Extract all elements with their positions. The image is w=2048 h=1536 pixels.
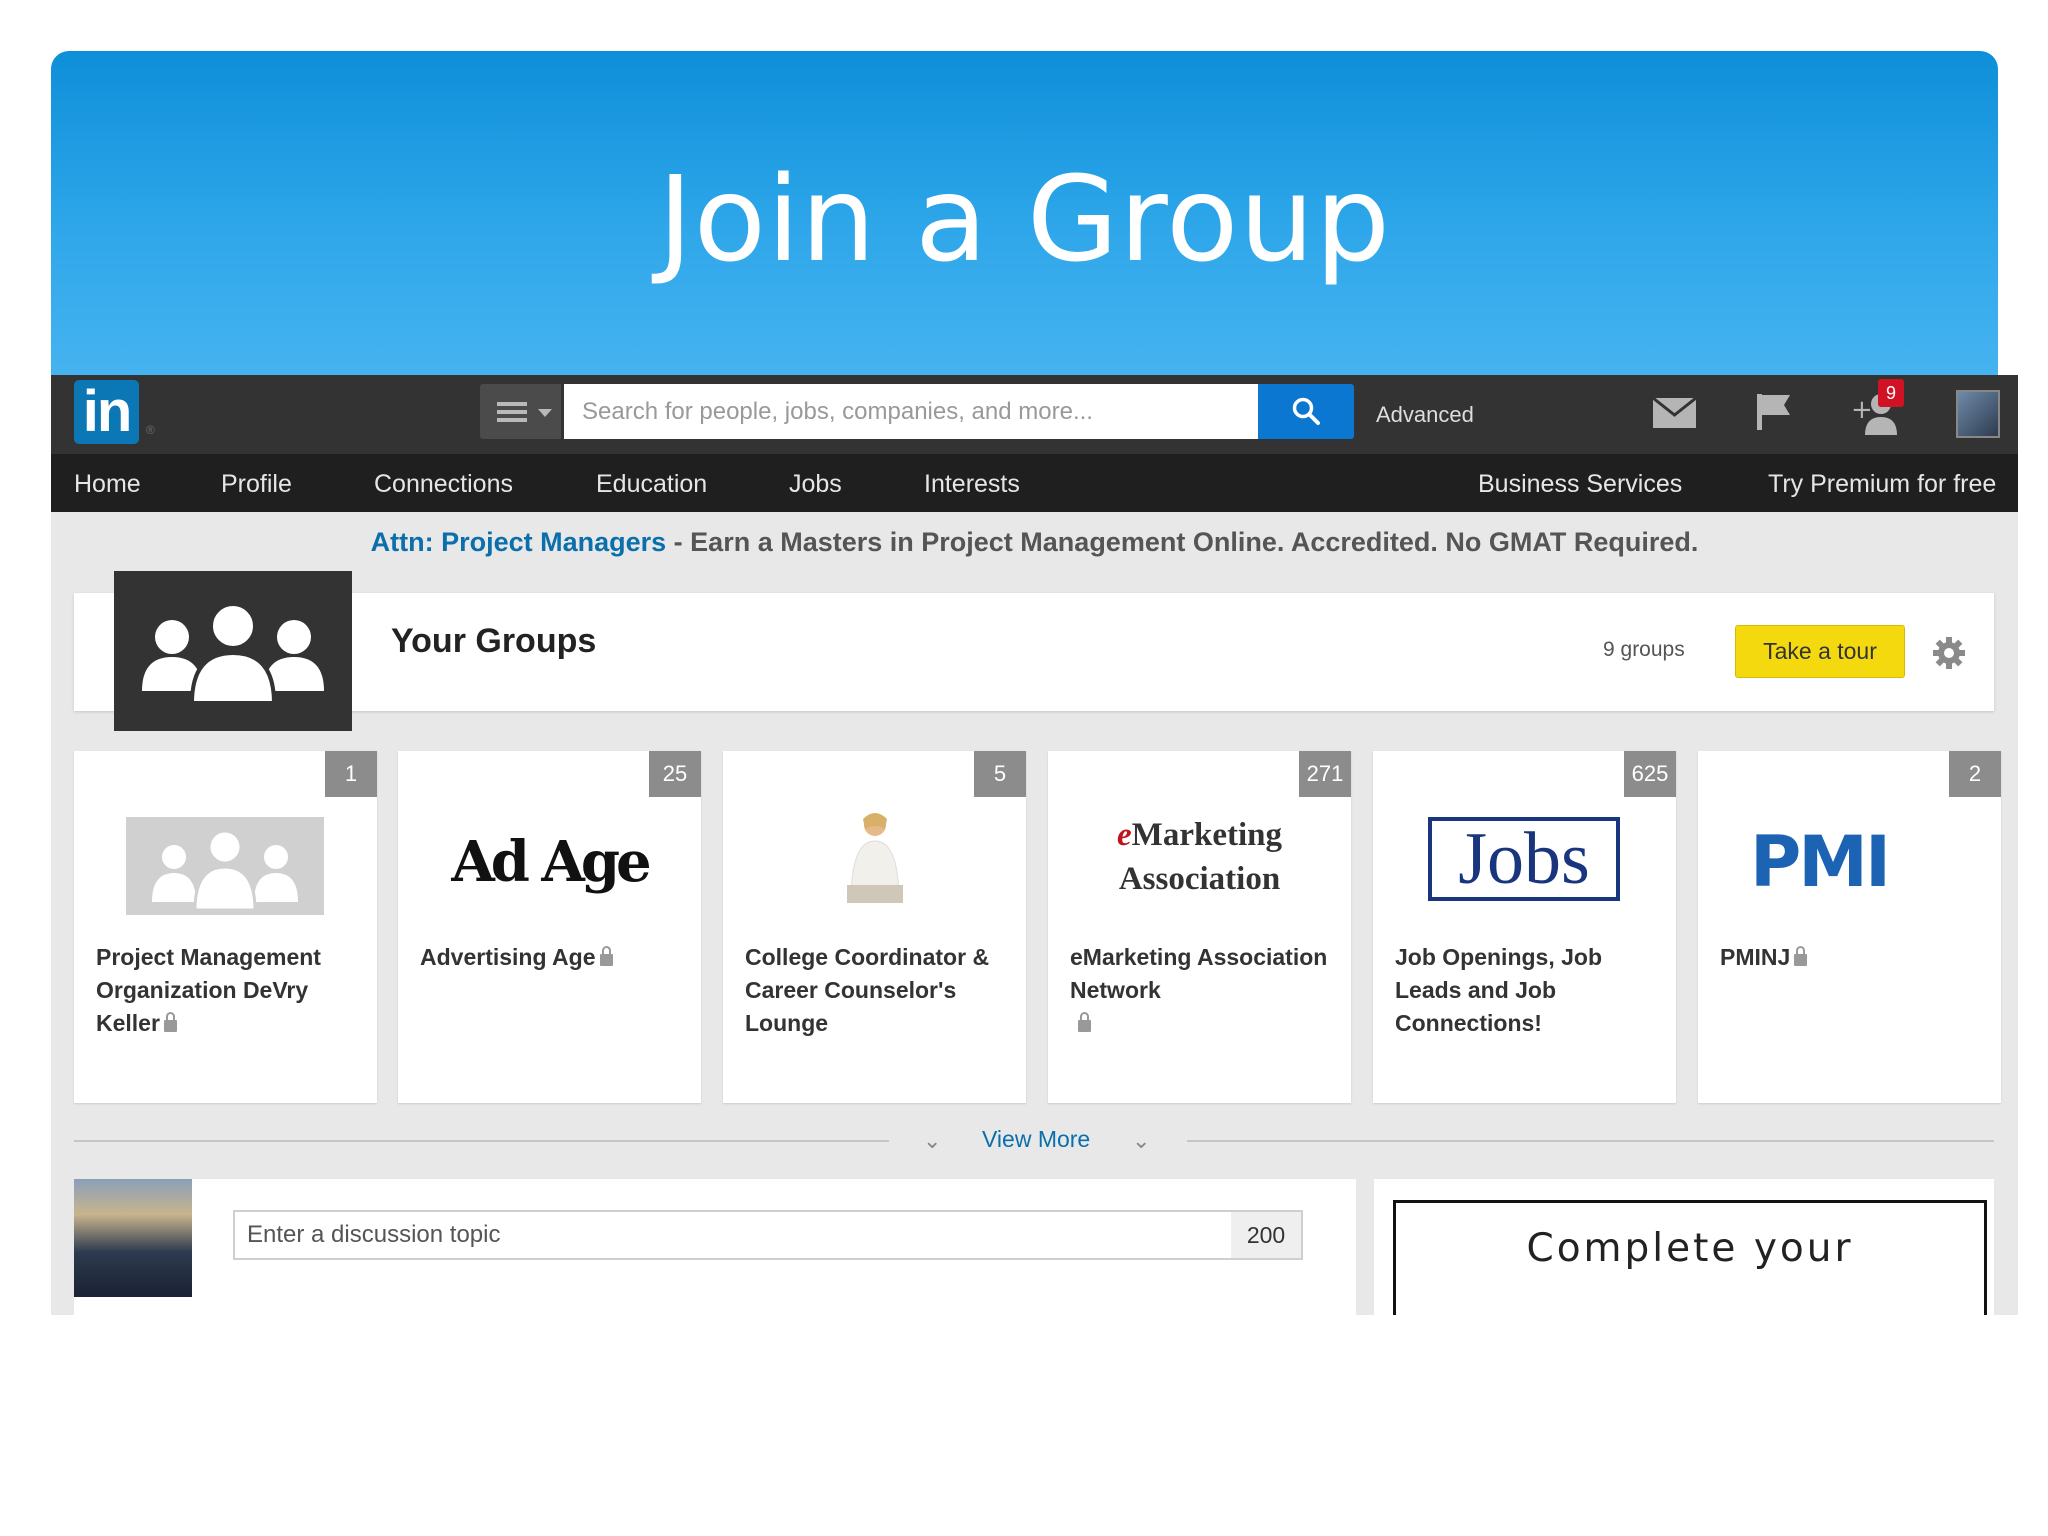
- take-a-tour-button[interactable]: Take a tour: [1735, 625, 1905, 678]
- lock-icon: [1078, 1012, 1091, 1032]
- group-name[interactable]: Project Management Organization DeVry Ke…: [96, 941, 358, 1040]
- group-update-count: 2: [1949, 751, 2001, 797]
- search-input[interactable]: [564, 384, 1276, 439]
- divider: [74, 1140, 889, 1142]
- linkedin-screenshot: in ® Advanced: [51, 375, 2018, 1315]
- chevron-down-icon: ⌄: [1132, 1128, 1151, 1153]
- discussion-topic-input[interactable]: [233, 1210, 1303, 1260]
- group-count[interactable]: 9 groups: [1603, 638, 1685, 662]
- notification-badge: 9: [1878, 379, 1904, 407]
- ad-age-logo: Ad Age: [451, 829, 651, 895]
- group-name[interactable]: College Coordinator & Career Counselor's…: [745, 941, 1007, 1040]
- nav-profile[interactable]: Profile: [221, 470, 292, 499]
- group-update-count: 625: [1624, 751, 1676, 797]
- group-update-count: 1: [325, 751, 377, 797]
- nav-education[interactable]: Education: [596, 470, 707, 499]
- group-card[interactable]: 25 Ad Age Advertising Age: [398, 751, 701, 1103]
- your-groups-header: [74, 593, 1994, 711]
- group-logo: [74, 807, 377, 917]
- flag-icon[interactable]: [1754, 392, 1794, 432]
- svg-text:+: +: [1851, 395, 1873, 425]
- group-update-count: 5: [974, 751, 1026, 797]
- nav-jobs[interactable]: Jobs: [789, 470, 842, 499]
- top-bar: in ® Advanced: [51, 375, 2018, 454]
- group-name[interactable]: eMarketing Association Network: [1070, 941, 1332, 1040]
- promo-link[interactable]: Attn: Project Managers: [371, 527, 667, 557]
- promo-text: - Earn a Masters in Project Management O…: [666, 527, 1699, 557]
- lock-icon: [163, 1012, 177, 1032]
- group-card[interactable]: 5 College Coordinator & Career Counselor…: [723, 751, 1026, 1103]
- user-avatar: [74, 1179, 192, 1297]
- slide: Join a Group in ® Advanced: [0, 0, 2048, 1536]
- search-menu-button[interactable]: [480, 384, 561, 439]
- divider: [1187, 1140, 1994, 1142]
- nav-interests[interactable]: Interests: [924, 470, 1020, 499]
- promo-banner: Attn: Project Managers - Earn a Masters …: [51, 527, 2018, 558]
- group-name[interactable]: Job Openings, Job Leads and Job Connecti…: [1395, 941, 1657, 1040]
- nav-connections[interactable]: Connections: [374, 470, 513, 499]
- group-update-count: 271: [1299, 751, 1351, 797]
- main-nav: Home Profile Connections Education Jobs …: [51, 454, 2018, 512]
- character-count: 200: [1231, 1212, 1301, 1258]
- group-card[interactable]: 271 eMarketing Association eMarketing As…: [1048, 751, 1351, 1103]
- nav-business-services[interactable]: Business Services: [1478, 470, 1682, 499]
- slide-title: Join a Group: [657, 150, 1392, 288]
- mail-icon[interactable]: [1652, 397, 1697, 429]
- lock-icon: [1794, 946, 1808, 966]
- your-groups-title: Your Groups: [391, 622, 597, 660]
- group-card[interactable]: 1 Project Management Organization DeVry …: [74, 751, 377, 1103]
- advanced-search-link[interactable]: Advanced: [1376, 402, 1474, 428]
- linkedin-logo[interactable]: in: [74, 380, 139, 444]
- search-icon: [1292, 397, 1320, 425]
- profile-avatar[interactable]: [1956, 390, 2000, 438]
- view-more-link[interactable]: View More: [982, 1126, 1090, 1153]
- groups-icon: [114, 571, 352, 731]
- person-photo-logo: [723, 807, 1026, 917]
- group-update-count: 25: [649, 751, 701, 797]
- search-button[interactable]: [1258, 384, 1354, 439]
- gear-icon[interactable]: [1932, 636, 1966, 670]
- chevron-down-icon: ⌄: [923, 1128, 942, 1153]
- nav-try-premium[interactable]: Try Premium for free: [1768, 470, 1996, 499]
- emarketing-association-logo: eMarketing Association: [1117, 817, 1282, 897]
- group-card[interactable]: 625 Jobs Job Openings, Job Leads and Job…: [1373, 751, 1676, 1103]
- registered-mark: ®: [146, 423, 155, 437]
- group-name[interactable]: Advertising Age: [420, 941, 682, 974]
- group-card[interactable]: 2 PMI PMINJ: [1698, 751, 2001, 1103]
- complete-profile-text: Complete your: [1526, 1226, 1854, 1271]
- lock-icon: [599, 946, 613, 966]
- caret-down-icon: [538, 409, 552, 417]
- group-name[interactable]: PMINJ: [1720, 941, 1982, 974]
- nav-home[interactable]: Home: [74, 470, 141, 499]
- jobs-logo: Jobs: [1373, 807, 1676, 917]
- pmi-logo: PMI: [1750, 821, 1891, 903]
- menu-icon: [497, 402, 527, 422]
